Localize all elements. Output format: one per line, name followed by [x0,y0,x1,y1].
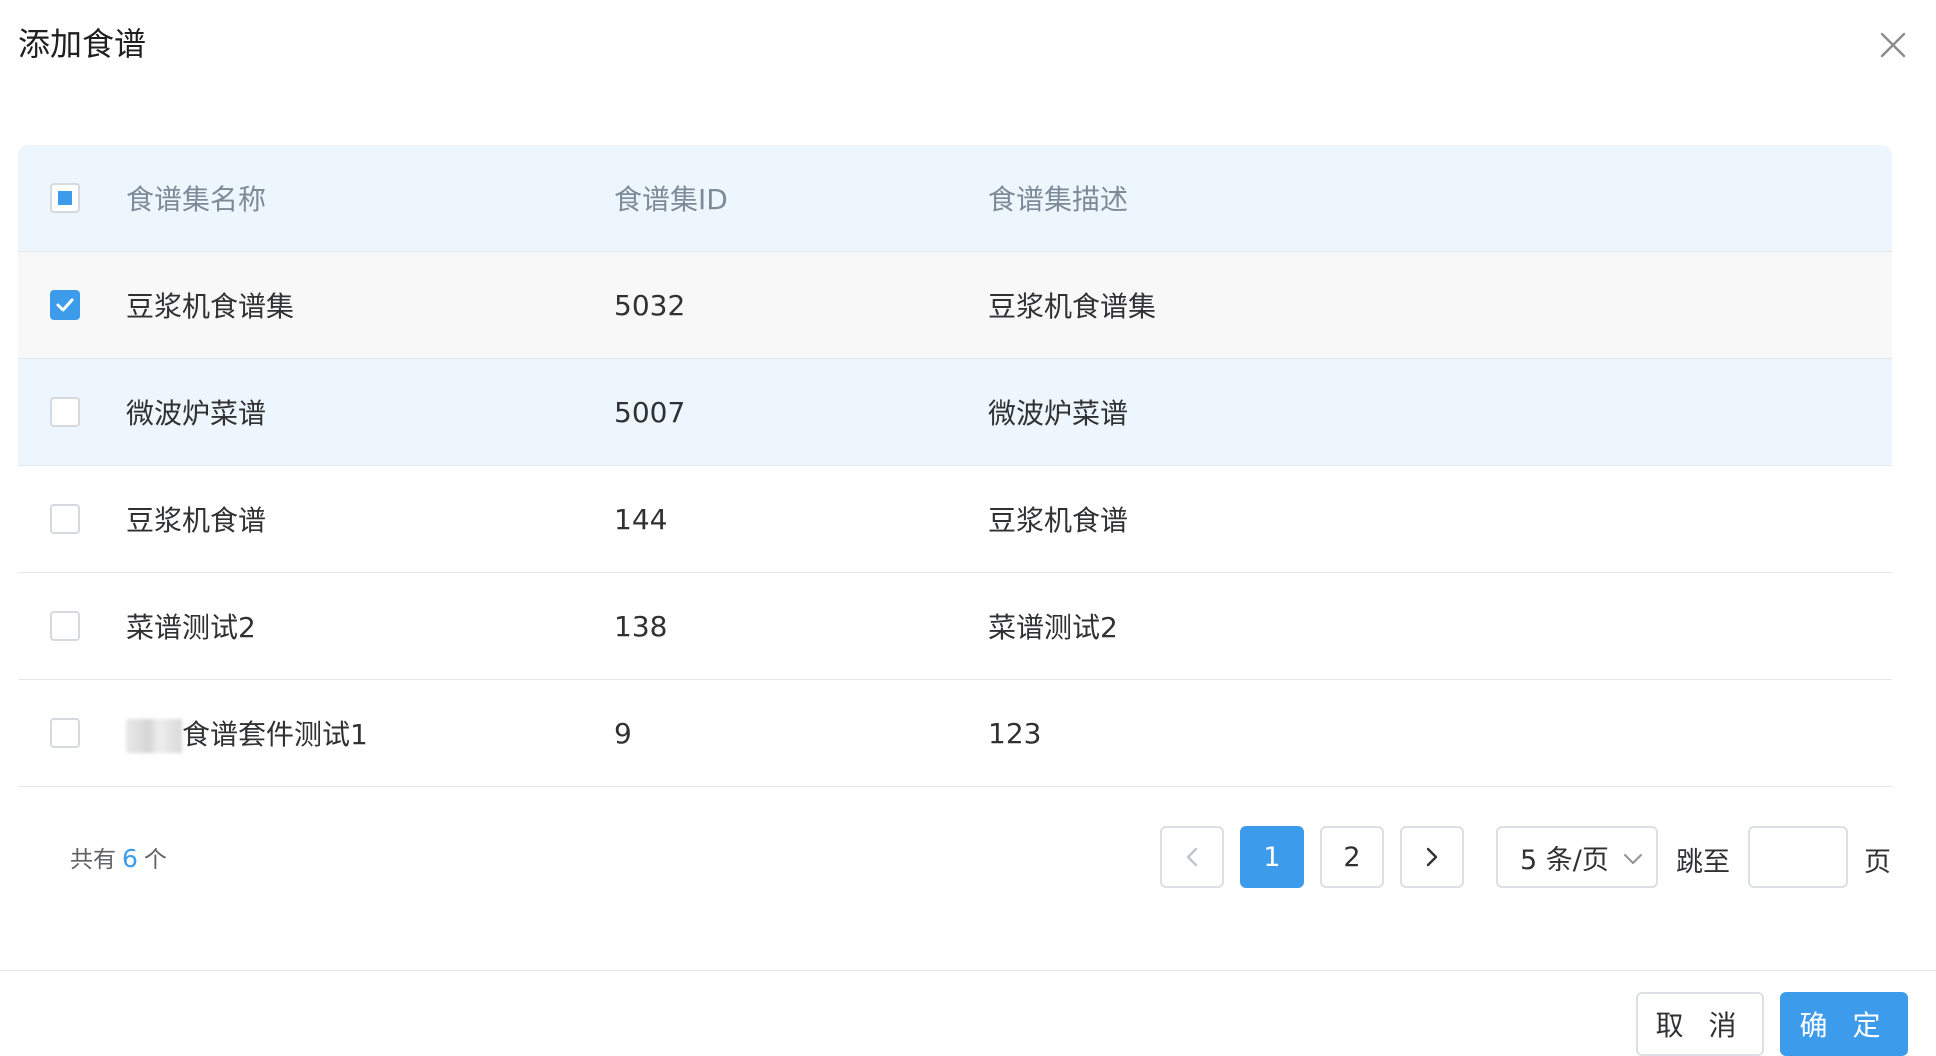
row-desc: 菜谱测试2 [988,611,1118,644]
total-prefix: 共有 [70,847,116,873]
row-id: 144 [614,502,668,536]
total-suffix: 个 [143,847,167,873]
table-row[interactable]: 微波炉菜谱 5007 微波炉菜谱 [18,359,1892,466]
row-checkbox[interactable] [50,290,80,320]
row-checkbox[interactable] [50,397,80,427]
chevron-down-icon [1624,854,1642,864]
table-header-row: 食谱集名称 食谱集ID 食谱集描述 [18,145,1892,252]
total-number: 6 [122,844,138,873]
row-id: 138 [614,609,668,643]
total-count: 共有 6 个 [70,840,167,874]
jump-page-suffix: 页 [1864,847,1891,878]
row-checkbox[interactable] [50,611,80,641]
row-name: 微波炉菜谱 [126,397,267,430]
row-desc: 微波炉菜谱 [988,397,1129,430]
close-icon[interactable] [1876,28,1910,62]
jump-label: 跳至 [1676,847,1730,878]
table-row[interactable]: 食谱套件测试1 9 123 [18,680,1892,787]
add-recipe-dialog: 添加食谱 食谱集名称 食谱集ID 食谱集描述 豆浆机食谱集 5032 豆浆机食谱… [0,0,1936,1056]
confirm-button[interactable]: 确 定 [1780,992,1908,1056]
row-desc: 豆浆机食谱 [988,504,1129,537]
chevron-right-icon [1426,847,1438,867]
row-name: 菜谱测试2 [126,611,256,644]
select-all-checkbox[interactable] [50,183,80,213]
table-row[interactable]: 豆浆机食谱集 5032 豆浆机食谱集 [18,252,1892,359]
row-id: 5007 [614,395,686,429]
table-row[interactable]: 菜谱测试2 138 菜谱测试2 [18,573,1892,680]
page-button-2[interactable]: 2 [1320,826,1384,888]
cancel-button[interactable]: 取 消 [1636,992,1764,1056]
table-row[interactable]: 豆浆机食谱 144 豆浆机食谱 [18,466,1892,573]
row-desc: 123 [988,716,1042,750]
prev-page-button[interactable] [1160,826,1224,888]
row-name: 食谱套件测试1 [182,718,368,751]
chevron-left-icon [1186,847,1198,867]
jump-page-input[interactable] [1748,826,1848,888]
page-button-1[interactable]: 1 [1240,826,1304,888]
next-page-button[interactable] [1400,826,1464,888]
row-checkbox[interactable] [50,718,80,748]
row-desc: 豆浆机食谱集 [988,290,1157,323]
page-size-value: 5 条/页 [1520,844,1609,876]
row-name: 豆浆机食谱 [126,504,267,537]
row-id: 9 [614,716,632,750]
column-header-desc: 食谱集描述 [988,183,1129,216]
column-header-name: 食谱集名称 [126,183,267,216]
checkmark-icon [56,298,74,312]
footer-divider [0,970,1936,971]
page-size-select[interactable]: 5 条/页 [1496,826,1658,888]
row-name-cell: 食谱套件测试1 [126,713,614,753]
row-name: 豆浆机食谱集 [126,290,295,323]
dialog-title: 添加食谱 [18,25,147,63]
recipe-set-table: 食谱集名称 食谱集ID 食谱集描述 豆浆机食谱集 5032 豆浆机食谱集 微波炉… [18,145,1892,787]
redacted-text [126,719,182,753]
row-checkbox[interactable] [50,504,80,534]
column-header-id: 食谱集ID [614,183,728,216]
row-id: 5032 [614,288,686,322]
